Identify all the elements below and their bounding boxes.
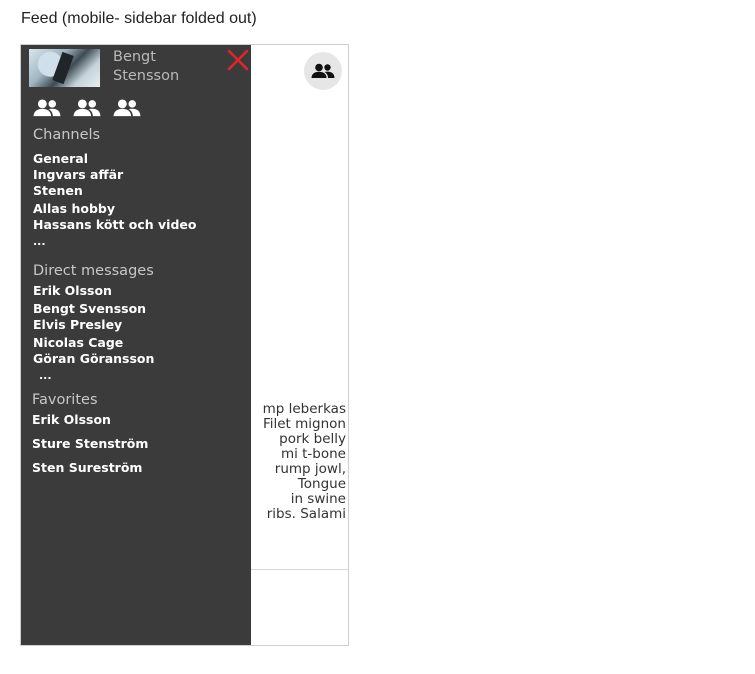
group-icon[interactable] [73,98,101,118]
favorite-item[interactable]: Erik Olsson [32,412,111,427]
sidebar-icon-row [33,98,141,118]
channels-title: Channels [33,127,101,143]
direct-message-item[interactable]: Elvis Presley [33,317,122,332]
mobile-frame: mp leberkas Filet mignon pork belly mi t… [20,44,349,646]
group-icon [311,63,335,78]
direct-messages-title: Direct messages [33,263,154,279]
favorite-item[interactable]: Sture Stenström [32,436,148,451]
direct-message-item[interactable]: Bengt Svensson [33,301,146,316]
profile-first-name: Bengt [113,49,156,65]
direct-message-item[interactable]: Nicolas Cage [33,335,123,350]
direct-messages-more[interactable]: ... [39,369,52,382]
page-caption: Feed (mobile- sidebar folded out) [21,10,257,27]
profile-last-name: Stensson [113,68,180,84]
channel-item[interactable]: General [33,151,88,166]
favorites-title: Favorites [32,392,98,408]
channel-item[interactable]: Stenen [33,183,83,198]
channel-item[interactable]: Ingvars affär [33,167,123,182]
profile-picture[interactable] [29,49,100,87]
close-icon [227,49,249,71]
profile-name: Bengt Stensson [113,48,179,86]
channel-item[interactable]: Hassans kött och video [33,217,196,232]
close-sidebar-button[interactable] [227,49,249,71]
direct-message-item[interactable]: Göran Göransson [33,351,154,366]
group-icon[interactable] [33,98,61,118]
group-icon[interactable] [113,98,141,118]
channel-item[interactable]: Allas hobby [33,201,115,216]
sidebar: Bengt Stensson Channels General Ingvars … [21,45,251,645]
channels-more[interactable]: ... [33,235,46,248]
group-button[interactable] [304,52,342,90]
direct-message-item[interactable]: Erik Olsson [33,283,112,298]
favorite-item[interactable]: Sten Sureström [32,460,142,475]
